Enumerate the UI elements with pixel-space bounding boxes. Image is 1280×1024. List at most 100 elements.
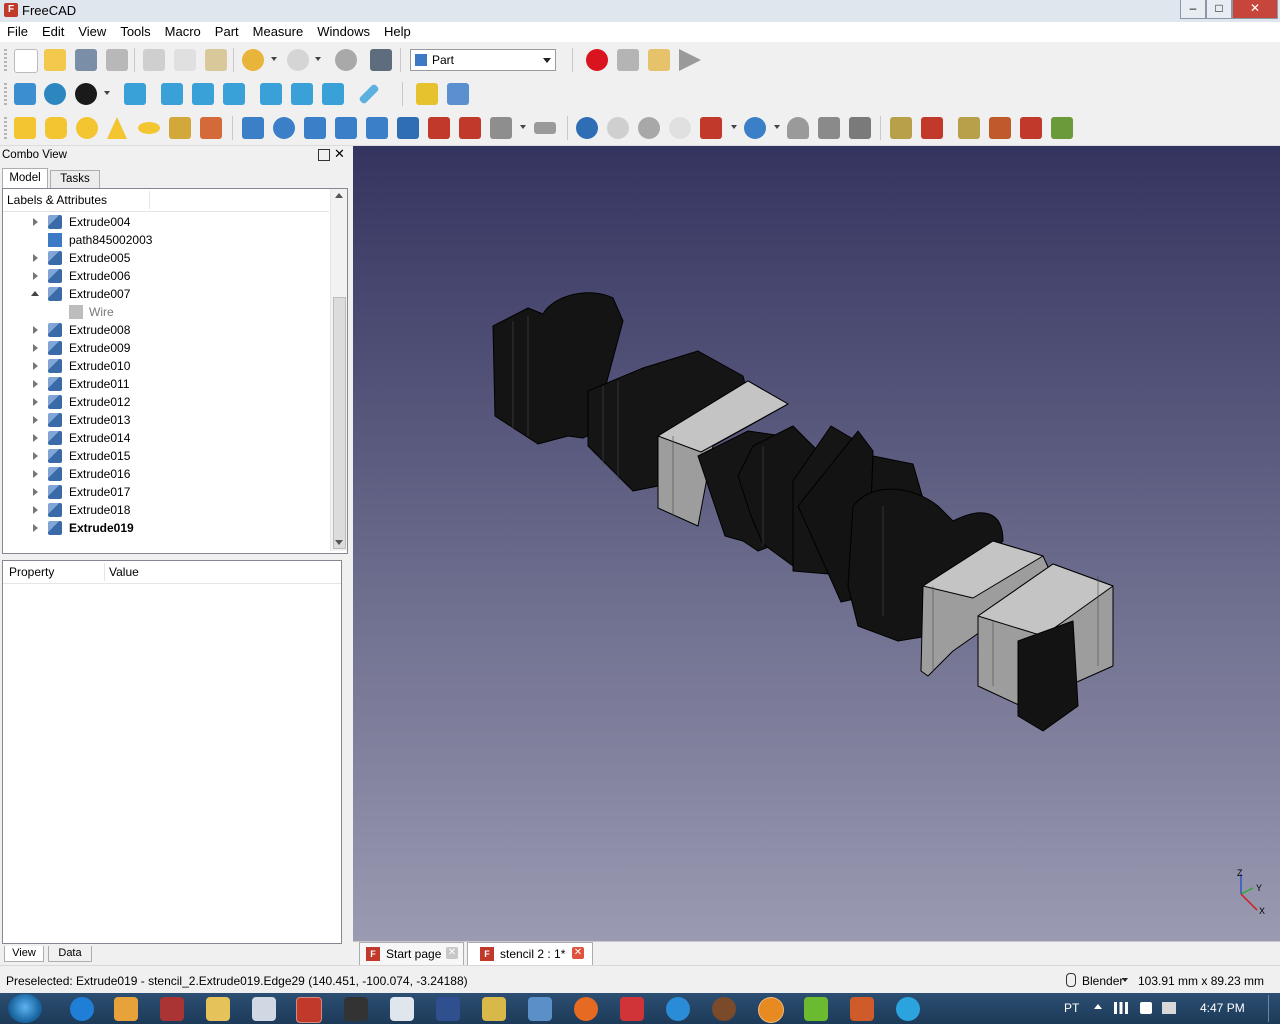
- redo-icon[interactable]: [287, 49, 309, 71]
- scroll-down-icon[interactable]: [335, 540, 343, 545]
- tree-item[interactable]: Extrude008: [3, 321, 329, 339]
- navigation-style[interactable]: Blender: [1082, 974, 1123, 988]
- tab-view[interactable]: View: [4, 946, 44, 962]
- close-button[interactable]: ✕: [1232, 0, 1278, 19]
- 3d-viewport[interactable]: Z Y X: [353, 146, 1280, 941]
- tree-item[interactable]: Extrude007: [3, 285, 329, 303]
- notification-icon[interactable]: [1162, 1002, 1176, 1014]
- menu-macro[interactable]: Macro: [158, 22, 208, 42]
- paste-icon[interactable]: [205, 49, 227, 71]
- tree-item[interactable]: Extrude016: [3, 465, 329, 483]
- tab-stencil-2[interactable]: F stencil 2 : 1* ✕: [467, 942, 593, 966]
- section-icon[interactable]: [490, 117, 512, 139]
- collapsed-arrow-icon[interactable]: [33, 506, 38, 514]
- bottom-view-icon[interactable]: [291, 83, 313, 105]
- toolbar-grip[interactable]: [4, 117, 7, 139]
- clock[interactable]: 4:47 PM: [1200, 1001, 1245, 1015]
- stop-macro-icon[interactable]: [617, 49, 639, 71]
- chamfer-icon[interactable]: [366, 117, 388, 139]
- file-explorer-icon[interactable]: [206, 997, 230, 1021]
- workbench-selector[interactable]: Part: [410, 49, 556, 71]
- media-player-icon[interactable]: [114, 997, 138, 1021]
- tree-item[interactable]: Extrude011: [3, 375, 329, 393]
- close-panel-icon[interactable]: ✕: [334, 146, 345, 162]
- whats-this-icon[interactable]: [370, 49, 392, 71]
- collapsed-arrow-icon[interactable]: [33, 398, 38, 406]
- menu-edit[interactable]: Edit: [35, 22, 71, 42]
- fillet-icon[interactable]: [335, 117, 357, 139]
- join-dropdown-icon[interactable]: [731, 125, 737, 129]
- ruled-surface-icon[interactable]: [428, 117, 450, 139]
- tree-item[interactable]: path845002003: [3, 231, 329, 249]
- column-divider[interactable]: [104, 563, 105, 581]
- firefox-icon[interactable]: [574, 997, 598, 1021]
- collapsed-arrow-icon[interactable]: [33, 218, 38, 226]
- navigation-dropdown-icon[interactable]: [1122, 978, 1128, 982]
- tree-item[interactable]: Extrude017: [3, 483, 329, 501]
- fuse-icon[interactable]: [638, 117, 660, 139]
- tree-item[interactable]: Extrude018: [3, 501, 329, 519]
- measure-clear-icon[interactable]: [989, 117, 1011, 139]
- telegram-icon[interactable]: [896, 997, 920, 1021]
- undo-dropdown-icon[interactable]: [271, 57, 277, 61]
- tab-data[interactable]: Data: [48, 946, 92, 962]
- freecad-taskbar-icon[interactable]: [296, 997, 322, 1023]
- column-divider[interactable]: [149, 191, 150, 209]
- stencil-model[interactable]: Z Y X: [353, 146, 1280, 941]
- create-group-icon[interactable]: [447, 83, 469, 105]
- measure-toggle-delta-icon[interactable]: [1051, 117, 1073, 139]
- collapsed-arrow-icon[interactable]: [33, 524, 38, 532]
- collapsed-arrow-icon[interactable]: [33, 326, 38, 334]
- cut-boolean-icon[interactable]: [607, 117, 629, 139]
- tab-model[interactable]: Model: [2, 168, 48, 188]
- isometric-view-icon[interactable]: [124, 83, 146, 105]
- extrude-tool-icon[interactable]: [242, 117, 264, 139]
- menu-help[interactable]: Help: [377, 22, 418, 42]
- toolbar-grip[interactable]: [4, 83, 7, 105]
- tree-item[interactable]: Extrude009: [3, 339, 329, 357]
- menu-view[interactable]: View: [71, 22, 113, 42]
- menu-tools[interactable]: Tools: [113, 22, 157, 42]
- boolean-icon[interactable]: [576, 117, 598, 139]
- save-icon[interactable]: [75, 49, 97, 71]
- measure-linear-icon[interactable]: [890, 117, 912, 139]
- tree-item[interactable]: Extrude014: [3, 429, 329, 447]
- scroll-up-icon[interactable]: [335, 193, 343, 198]
- check-geometry-icon[interactable]: [818, 117, 840, 139]
- tab-tasks[interactable]: Tasks: [50, 170, 100, 188]
- tree-item[interactable]: Extrude004: [3, 213, 329, 231]
- close-tab-icon[interactable]: ✕: [446, 947, 458, 959]
- common-icon[interactable]: [669, 117, 691, 139]
- nvidia-icon[interactable]: [804, 997, 828, 1021]
- make-face-icon[interactable]: [397, 117, 419, 139]
- sphere-icon[interactable]: [76, 117, 98, 139]
- revolve-icon[interactable]: [273, 117, 295, 139]
- show-desktop-button[interactable]: [1268, 995, 1279, 1022]
- offset-dropdown-icon[interactable]: [520, 125, 526, 129]
- tab-start-page[interactable]: F Start page ✕: [359, 942, 464, 966]
- collapsed-arrow-icon[interactable]: [33, 434, 38, 442]
- collapsed-arrow-icon[interactable]: [33, 362, 38, 370]
- left-view-icon[interactable]: [322, 83, 344, 105]
- app-icon[interactable]: [344, 997, 368, 1021]
- open-folder-icon[interactable]: [44, 49, 66, 71]
- box-icon[interactable]: [14, 117, 36, 139]
- windows-start-button[interactable]: [8, 994, 42, 1023]
- measure-angular-icon[interactable]: [921, 117, 943, 139]
- tree-item[interactable]: Wire: [3, 303, 329, 321]
- collapsed-arrow-icon[interactable]: [33, 272, 38, 280]
- draw-style-dropdown-icon[interactable]: [104, 91, 110, 95]
- app-icon[interactable]: [666, 997, 690, 1021]
- undock-icon[interactable]: [318, 149, 330, 161]
- menu-measure[interactable]: Measure: [246, 22, 311, 42]
- internet-explorer-icon[interactable]: [70, 997, 94, 1021]
- collapsed-arrow-icon[interactable]: [33, 380, 38, 388]
- menu-windows[interactable]: Windows: [310, 22, 377, 42]
- collapsed-arrow-icon[interactable]: [33, 416, 38, 424]
- loft-icon[interactable]: [459, 117, 481, 139]
- refresh-icon[interactable]: [335, 49, 357, 71]
- tray-expand-icon[interactable]: [1094, 1004, 1102, 1009]
- menu-part[interactable]: Part: [208, 22, 246, 42]
- top-view-icon[interactable]: [192, 83, 214, 105]
- create-part-icon[interactable]: [416, 83, 438, 105]
